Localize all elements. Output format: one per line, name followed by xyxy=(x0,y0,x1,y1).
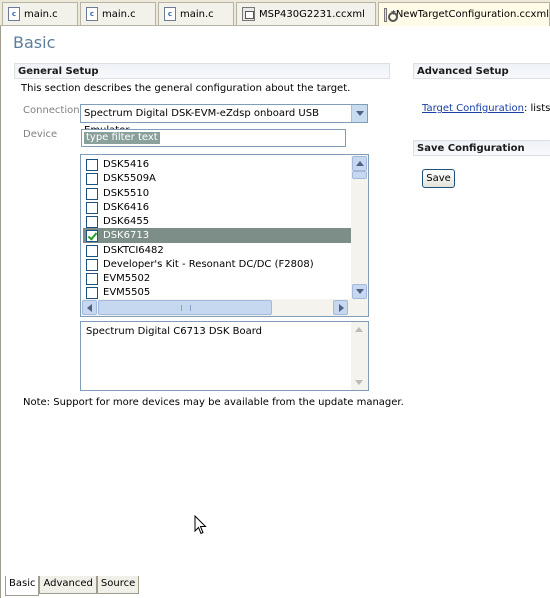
editor-tab-main-c-3[interactable]: c main.c xyxy=(158,2,234,25)
editor-tab-new-target-config[interactable]: *NewTargetConfiguration.ccxml xyxy=(378,2,550,26)
device-list-vertical-scrollbar[interactable] xyxy=(351,155,368,300)
general-setup-description: This section describes the general confi… xyxy=(21,83,351,94)
device-label: DSKTCI6482 xyxy=(103,245,164,256)
scroll-thumb[interactable] xyxy=(98,300,272,315)
general-setup-section: General Setup xyxy=(14,63,390,79)
device-label: DSK6455 xyxy=(103,216,150,227)
device-item-evm5502[interactable]: EVM5502 xyxy=(83,271,351,286)
save-configuration-header: Save Configuration xyxy=(413,140,550,156)
scroll-up-icon[interactable] xyxy=(355,327,363,332)
editor-tab-msp430-ccxml[interactable]: MSP430G2231.ccxml xyxy=(236,2,376,25)
tab-label: MSP430G2231.ccxml xyxy=(259,8,365,20)
tab-advanced[interactable]: Advanced xyxy=(39,576,97,594)
editor-tab-bar: c main.c c main.c c main.c MSP430G2231.c… xyxy=(0,0,550,26)
update-manager-note: Note: Support for more devices may be av… xyxy=(23,397,404,408)
advanced-setup-header: Advanced Setup xyxy=(413,63,550,79)
device-checkbox[interactable] xyxy=(86,272,98,285)
device-list-horizontal-scrollbar[interactable] xyxy=(81,299,368,316)
scroll-down-icon[interactable] xyxy=(355,380,363,385)
c-file-icon: c xyxy=(8,7,20,21)
device-label: EVM5505 xyxy=(103,287,151,298)
tab-basic[interactable]: Basic xyxy=(5,576,40,596)
device-label: Device xyxy=(23,129,58,140)
device-item-evm5505[interactable]: EVM5505 xyxy=(83,285,351,300)
device-description-text: Spectrum Digital C6713 DSK Board xyxy=(86,326,263,337)
filter-placeholder: type filter text xyxy=(84,132,160,144)
device-item-dsk5510[interactable]: DSK5510 xyxy=(83,186,351,201)
device-item-dsktci6482[interactable]: DSKTCI6482 xyxy=(83,243,351,258)
device-checkbox[interactable] xyxy=(86,158,98,171)
device-item-dsk6455[interactable]: DSK6455 xyxy=(83,214,351,229)
page-tab-bar: Basic Advanced Source xyxy=(5,576,140,596)
advanced-setup-section: Advanced Setup xyxy=(413,63,550,79)
device-checkbox[interactable] xyxy=(86,244,98,257)
editor-page: Basic General Setup This section describ… xyxy=(0,26,550,598)
scroll-right-icon[interactable] xyxy=(333,300,348,315)
chevron-down-icon[interactable] xyxy=(351,105,367,122)
tab-label: main.c xyxy=(102,8,136,20)
device-item-dsk5509a[interactable]: DSK5509A xyxy=(83,171,351,186)
connection-label: Connection xyxy=(23,105,80,116)
scroll-down-icon[interactable] xyxy=(352,284,367,299)
save-configuration-section: Save Configuration xyxy=(413,140,550,156)
target-configuration-link[interactable]: Target Configuration xyxy=(422,103,524,114)
scroll-left-icon[interactable] xyxy=(82,300,97,315)
scroll-up-icon[interactable] xyxy=(352,156,367,171)
device-description-box[interactable]: Spectrum Digital C6713 DSK Board xyxy=(80,321,369,391)
advanced-setup-text: Target Configuration: lists th xyxy=(422,103,550,114)
device-item-dsk6713[interactable]: DSK6713 xyxy=(83,228,351,243)
device-label: DSK6416 xyxy=(103,202,150,213)
tab-label: main.c xyxy=(24,8,58,20)
mouse-pointer-icon xyxy=(194,515,207,535)
device-label: EVM5502 xyxy=(103,273,151,284)
editor-tab-main-c-2[interactable]: c main.c xyxy=(80,2,156,25)
c-file-icon: c xyxy=(86,7,98,21)
device-checkbox[interactable] xyxy=(86,201,98,214)
device-checkbox[interactable] xyxy=(86,172,98,185)
description-scrollbar[interactable] xyxy=(351,322,368,390)
general-setup-header: General Setup xyxy=(14,63,390,79)
device-item-dsk5416[interactable]: DSK5416 xyxy=(83,157,351,172)
device-checkbox-checked[interactable] xyxy=(86,229,98,242)
connection-select[interactable]: Spectrum Digital DSK-EVM-eZdsp onboard U… xyxy=(80,104,368,136)
device-checkbox[interactable] xyxy=(86,258,98,271)
scroll-thumb[interactable] xyxy=(352,171,367,179)
device-label: DSK5509A xyxy=(103,173,156,184)
save-button[interactable]: Save xyxy=(422,169,455,188)
device-filter-input[interactable]: type filter text xyxy=(81,129,346,147)
advanced-setup-rest: : lists th xyxy=(523,103,550,114)
tab-source[interactable]: Source xyxy=(96,576,140,594)
page-title: Basic xyxy=(13,33,56,52)
device-checkbox[interactable] xyxy=(86,215,98,228)
c-file-icon: c xyxy=(164,7,176,21)
xml-file-icon xyxy=(242,7,255,21)
device-item-resonant-dcdc[interactable]: Developer's Kit - Resonant DC/DC (F2808) xyxy=(83,257,351,272)
device-list[interactable]: DSK5416 DSK5509A DSK5510 DSK6416 DSK6455… xyxy=(80,154,369,317)
device-item-dsk6416[interactable]: DSK6416 xyxy=(83,200,351,215)
device-label: DSK5416 xyxy=(103,159,150,170)
device-checkbox[interactable] xyxy=(86,187,98,200)
device-label: Developer's Kit - Resonant DC/DC (F2808) xyxy=(103,259,314,270)
device-label: DSK6713 xyxy=(103,230,150,241)
target-config-icon xyxy=(384,7,398,22)
tab-label: *NewTargetConfiguration.ccxml xyxy=(390,9,549,20)
device-label: DSK5510 xyxy=(103,188,150,199)
tab-label: main.c xyxy=(180,8,214,20)
editor-tab-main-c-1[interactable]: c main.c xyxy=(2,2,78,25)
device-checkbox[interactable] xyxy=(86,286,98,299)
